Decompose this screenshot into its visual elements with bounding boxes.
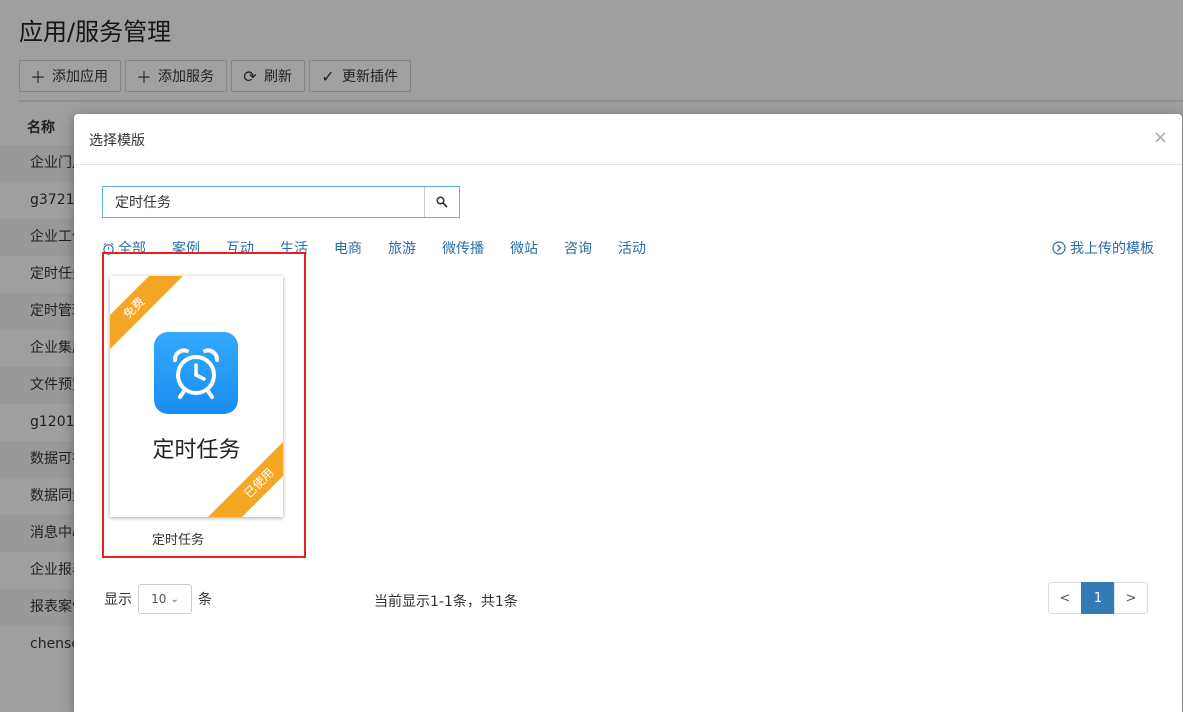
search-box xyxy=(102,186,460,218)
category-tab[interactable]: 旅游 xyxy=(388,238,416,258)
search-button[interactable] xyxy=(424,187,459,217)
circle-chevron-right-icon xyxy=(1052,241,1066,255)
unit-label: 条 xyxy=(198,592,212,608)
prev-page-button[interactable]: < xyxy=(1048,582,1082,614)
category-tab[interactable]: 微站 xyxy=(510,238,538,258)
category-tab-label: 微站 xyxy=(510,241,538,257)
close-icon[interactable]: × xyxy=(1153,128,1168,148)
chevron-down-icon: ⌄ xyxy=(170,593,179,605)
search-icon xyxy=(436,196,448,208)
search-input[interactable] xyxy=(103,187,424,217)
my-uploads-link[interactable]: 我上传的模板 xyxy=(1052,238,1154,258)
template-card-title: 定时任务 xyxy=(152,438,241,463)
category-tab-label: 电商 xyxy=(334,241,362,257)
category-tab[interactable]: 咨询 xyxy=(564,238,592,258)
category-tab[interactable]: 微传播 xyxy=(442,238,484,258)
template-card[interactable]: 免费 定时任务 已使用 xyxy=(110,276,283,517)
category-tab-label: 微传播 xyxy=(442,241,484,257)
pagination-info: 当前显示1-1条，共1条 xyxy=(374,594,518,610)
template-caption[interactable]: 定时任务 xyxy=(152,529,204,548)
alarm-clock-icon xyxy=(154,332,238,414)
page-size-value: 10 xyxy=(151,592,167,606)
category-tab-label: 咨询 xyxy=(564,241,592,257)
modal-header: 选择模版 × xyxy=(74,114,1182,165)
page-size-select[interactable]: 10 ⌄ xyxy=(138,584,192,614)
page-button-1[interactable]: 1 xyxy=(1081,582,1115,614)
category-tab-label: 旅游 xyxy=(388,241,416,257)
my-uploads-label: 我上传的模板 xyxy=(1070,241,1154,257)
category-tab[interactable]: 活动 xyxy=(618,238,646,258)
category-tab[interactable]: 电商 xyxy=(334,238,362,258)
show-label: 显示 xyxy=(104,592,132,608)
next-page-button[interactable]: > xyxy=(1114,582,1148,614)
page-size-control: 显示 10 ⌄ 条 xyxy=(104,584,212,614)
modal-title: 选择模版 xyxy=(89,133,145,149)
pagination: < 1 > xyxy=(1048,582,1148,614)
template-modal: 选择模版 × 全部案例互动生活电商旅游微传播微站咨询活动 我上传的模板 免费 xyxy=(74,114,1182,712)
category-tab-label: 活动 xyxy=(618,241,646,257)
